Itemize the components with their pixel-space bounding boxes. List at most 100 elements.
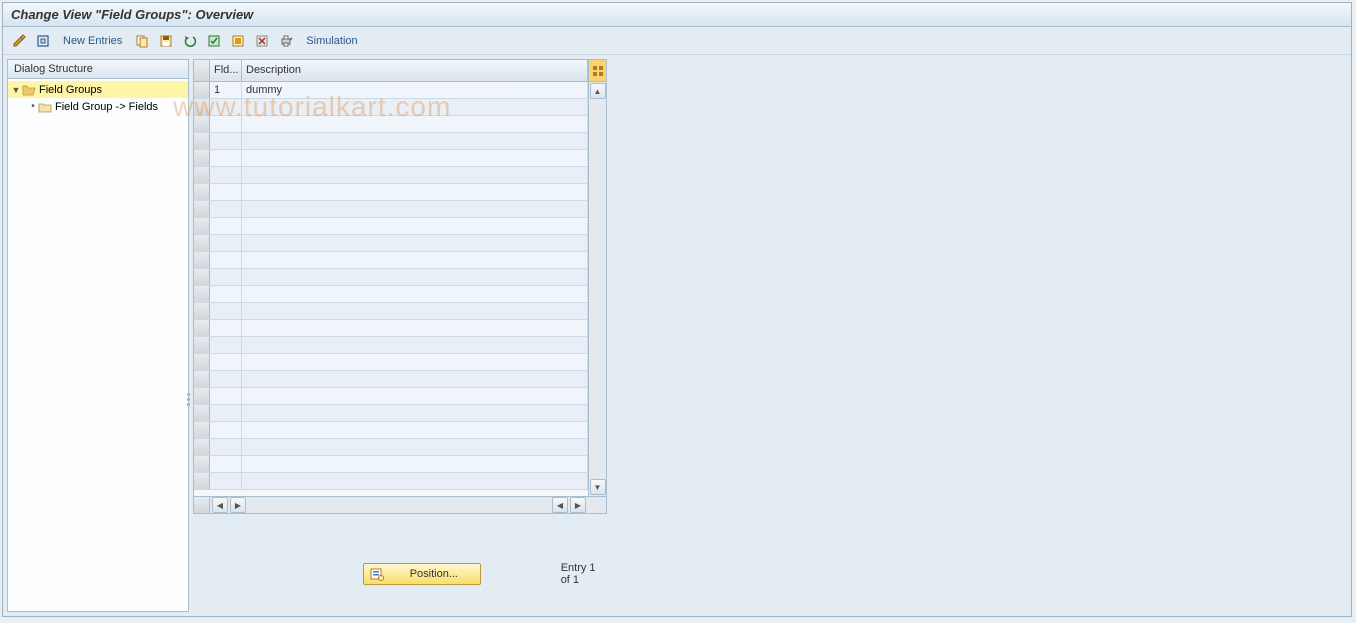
- scroll-down-icon[interactable]: ▼: [590, 479, 606, 495]
- cell-fld[interactable]: [210, 184, 242, 200]
- table-row[interactable]: [194, 133, 588, 150]
- cell-fld[interactable]: [210, 405, 242, 421]
- cell-description[interactable]: [242, 184, 588, 200]
- cell-fld[interactable]: [210, 422, 242, 438]
- display-change-icon[interactable]: [9, 31, 29, 51]
- table-row[interactable]: [194, 286, 588, 303]
- row-selector[interactable]: [194, 388, 210, 404]
- row-selector[interactable]: [194, 456, 210, 472]
- cell-fld[interactable]: [210, 320, 242, 336]
- row-selector[interactable]: [194, 167, 210, 183]
- cell-description[interactable]: [242, 456, 588, 472]
- table-row[interactable]: [194, 405, 588, 422]
- table-row[interactable]: [194, 167, 588, 184]
- cell-fld[interactable]: [210, 167, 242, 183]
- table-row[interactable]: 1dummy: [194, 82, 588, 99]
- row-selector[interactable]: [194, 133, 210, 149]
- table-row[interactable]: [194, 269, 588, 286]
- cell-description[interactable]: [242, 422, 588, 438]
- row-selector[interactable]: [194, 473, 210, 489]
- cell-description[interactable]: [242, 303, 588, 319]
- undo-icon[interactable]: [180, 31, 200, 51]
- scroll-left-icon[interactable]: ◀: [212, 497, 228, 513]
- new-entries-button[interactable]: New Entries: [57, 35, 128, 47]
- row-selector[interactable]: [194, 184, 210, 200]
- select-block-icon[interactable]: [228, 31, 248, 51]
- cell-description[interactable]: [242, 201, 588, 217]
- row-selector[interactable]: [194, 150, 210, 166]
- cell-fld[interactable]: [210, 303, 242, 319]
- cell-fld[interactable]: [210, 337, 242, 353]
- table-row[interactable]: [194, 116, 588, 133]
- row-selector[interactable]: [194, 201, 210, 217]
- cell-fld[interactable]: [210, 371, 242, 387]
- cell-description[interactable]: [242, 167, 588, 183]
- row-selector[interactable]: [194, 218, 210, 234]
- cell-description[interactable]: dummy: [242, 82, 588, 98]
- cell-fld[interactable]: 1: [210, 82, 242, 98]
- table-row[interactable]: [194, 337, 588, 354]
- row-selector[interactable]: [194, 422, 210, 438]
- table-row[interactable]: [194, 218, 588, 235]
- other-entry-icon[interactable]: [33, 31, 53, 51]
- cell-fld[interactable]: [210, 269, 242, 285]
- cell-fld[interactable]: [210, 116, 242, 132]
- column-header-description[interactable]: Description: [242, 60, 588, 81]
- row-selector[interactable]: [194, 286, 210, 302]
- table-row[interactable]: [194, 184, 588, 201]
- scroll-left-step-icon[interactable]: ◀: [552, 497, 568, 513]
- table-row[interactable]: [194, 388, 588, 405]
- row-selector[interactable]: [194, 354, 210, 370]
- cell-fld[interactable]: [210, 252, 242, 268]
- table-row[interactable]: [194, 320, 588, 337]
- cell-description[interactable]: [242, 150, 588, 166]
- table-row[interactable]: [194, 303, 588, 320]
- table-row[interactable]: [194, 422, 588, 439]
- scroll-right-icon[interactable]: ▶: [570, 497, 586, 513]
- position-button[interactable]: Position...: [363, 563, 481, 585]
- cell-fld[interactable]: [210, 456, 242, 472]
- row-selector[interactable]: [194, 269, 210, 285]
- cell-description[interactable]: [242, 269, 588, 285]
- select-all-column[interactable]: [194, 60, 210, 81]
- cell-description[interactable]: [242, 388, 588, 404]
- horizontal-scrollbar[interactable]: ◀ ▶ ◀ ▶: [194, 496, 606, 513]
- table-row[interactable]: [194, 456, 588, 473]
- deselect-all-icon[interactable]: [252, 31, 272, 51]
- cell-description[interactable]: [242, 337, 588, 353]
- simulation-button[interactable]: Simulation: [300, 35, 363, 47]
- row-selector[interactable]: [194, 99, 210, 115]
- cell-fld[interactable]: [210, 388, 242, 404]
- table-row[interactable]: [194, 150, 588, 167]
- cell-description[interactable]: [242, 320, 588, 336]
- cell-fld[interactable]: [210, 218, 242, 234]
- cell-fld[interactable]: [210, 439, 242, 455]
- cell-description[interactable]: [242, 133, 588, 149]
- table-row[interactable]: [194, 99, 588, 116]
- row-selector[interactable]: [194, 252, 210, 268]
- copy-as-icon[interactable]: [132, 31, 152, 51]
- scroll-right-step-icon[interactable]: ▶: [230, 497, 246, 513]
- tree-node-field-group-fields[interactable]: • Field Group -> Fields: [8, 98, 188, 115]
- cell-description[interactable]: [242, 252, 588, 268]
- cell-description[interactable]: [242, 473, 588, 489]
- table-settings-icon[interactable]: [588, 60, 606, 81]
- cell-description[interactable]: [242, 354, 588, 370]
- tree-node-field-groups[interactable]: ▼ Field Groups: [8, 81, 188, 98]
- cell-description[interactable]: [242, 439, 588, 455]
- column-header-fld[interactable]: Fld...: [210, 60, 242, 81]
- cell-description[interactable]: [242, 371, 588, 387]
- row-selector[interactable]: [194, 320, 210, 336]
- table-row[interactable]: [194, 354, 588, 371]
- table-row[interactable]: [194, 235, 588, 252]
- row-selector[interactable]: [194, 405, 210, 421]
- cell-fld[interactable]: [210, 201, 242, 217]
- cell-fld[interactable]: [210, 99, 242, 115]
- row-selector[interactable]: [194, 82, 210, 98]
- cell-fld[interactable]: [210, 354, 242, 370]
- cell-description[interactable]: [242, 218, 588, 234]
- cell-fld[interactable]: [210, 235, 242, 251]
- table-row[interactable]: [194, 252, 588, 269]
- cell-description[interactable]: [242, 405, 588, 421]
- cell-fld[interactable]: [210, 150, 242, 166]
